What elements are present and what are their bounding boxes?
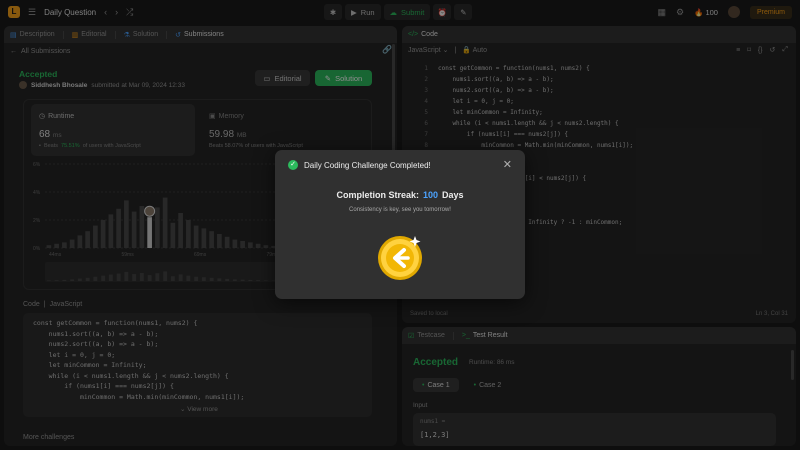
daily-challenge-modal: ✓ Daily Coding Challenge Completed! ✕ Co… [275,150,525,299]
completion-streak: Completion Streak: 100 Days [275,190,525,200]
streak-number: 100 [422,190,439,200]
close-icon[interactable]: ✕ [503,158,512,171]
streak-unit: Days [442,190,464,200]
modal-subtitle: Consistency is key, see you tomorrow! [349,207,451,213]
daily-coin-icon [378,236,422,280]
modal-header: ✓ Daily Coding Challenge Completed! [288,160,431,170]
check-circle-icon: ✓ [288,160,298,170]
modal-title: Daily Coding Challenge Completed! [304,160,431,170]
streak-label: Completion Streak: [336,190,419,200]
